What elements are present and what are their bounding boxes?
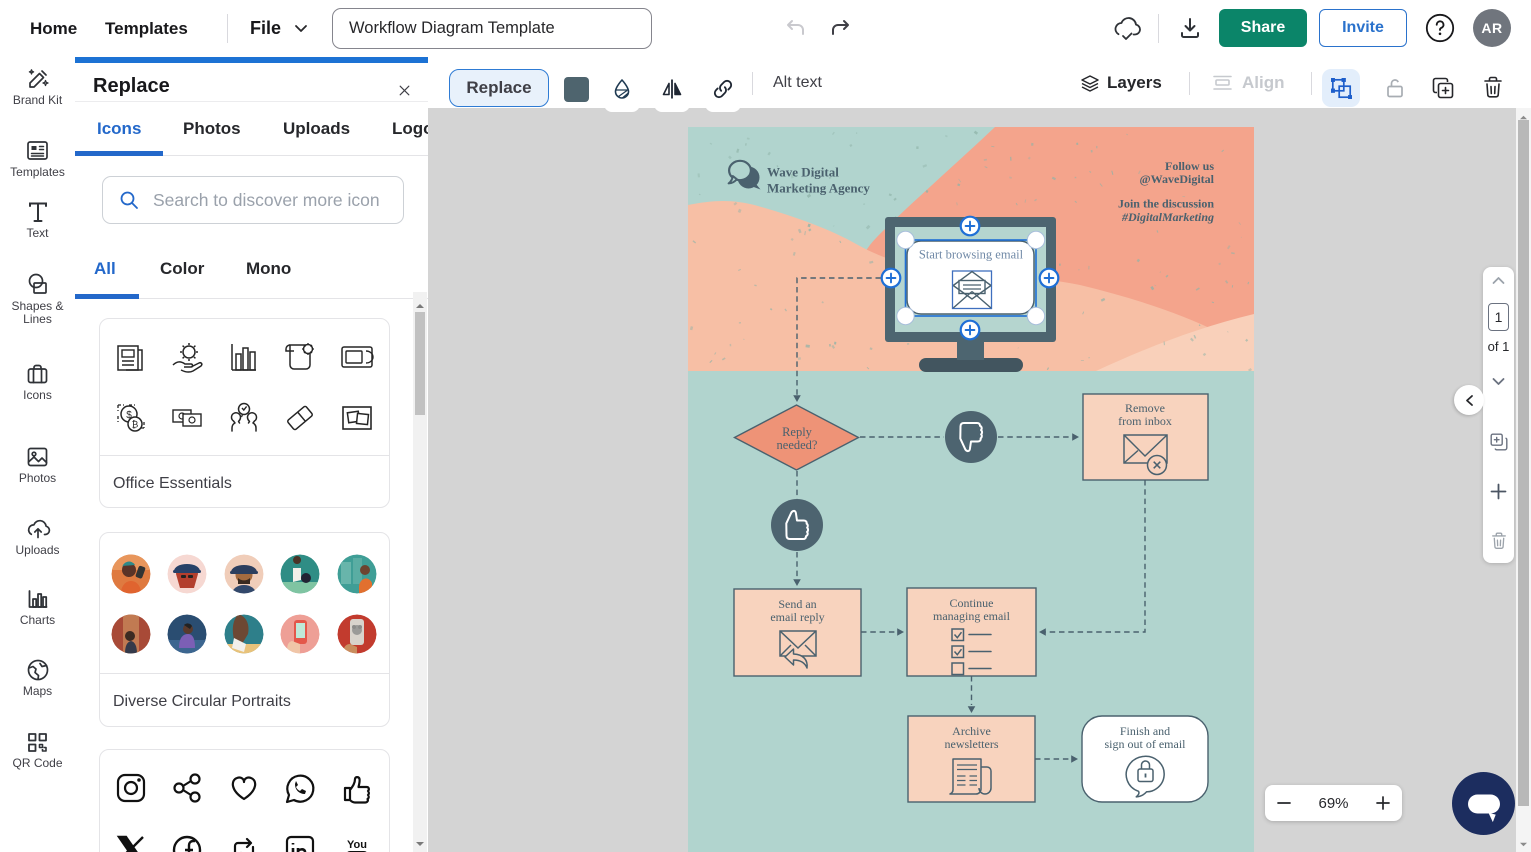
svg-text:₿: ₿ — [132, 420, 139, 430]
svg-text:sign out of email: sign out of email — [1105, 737, 1187, 751]
svg-text:@WaveDigital: @WaveDigital — [1140, 172, 1215, 186]
svg-text:You: You — [347, 839, 367, 851]
svg-text:Finish and: Finish and — [1120, 724, 1170, 738]
svg-text:needed?: needed? — [777, 438, 818, 452]
svg-text:newsletters: newsletters — [945, 737, 999, 751]
svg-text:email reply: email reply — [770, 610, 824, 624]
svg-text:managing email: managing email — [933, 609, 1011, 623]
svg-text:Remove: Remove — [1125, 401, 1165, 415]
svg-text:Wave Digital: Wave Digital — [767, 165, 839, 180]
svg-text:Start browsing email: Start browsing email — [919, 248, 1024, 262]
svg-text:Continue: Continue — [950, 596, 994, 610]
svg-text:Archive: Archive — [952, 724, 991, 738]
svg-text:Reply: Reply — [782, 425, 813, 439]
svg-text:Marketing Agency: Marketing Agency — [767, 181, 870, 196]
svg-text:Join the discussion: Join the discussion — [1118, 197, 1214, 211]
svg-text:Follow us: Follow us — [1165, 159, 1214, 173]
svg-text:#DigitalMarketing: #DigitalMarketing — [1121, 210, 1214, 224]
svg-text:from inbox: from inbox — [1118, 414, 1172, 428]
svg-text:Send an: Send an — [778, 597, 816, 611]
